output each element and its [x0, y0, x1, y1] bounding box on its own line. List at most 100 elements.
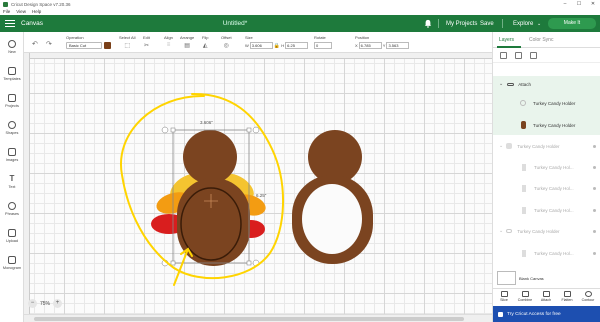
- operation-color-swatch[interactable]: [104, 42, 111, 49]
- slice-icon: [500, 291, 508, 297]
- menu-file[interactable]: File: [3, 9, 10, 14]
- offset-icon: ◎: [223, 43, 229, 49]
- edit-button[interactable]: Edit ✂: [143, 35, 150, 49]
- header-divider: [502, 19, 503, 28]
- sidebar-item-shapes[interactable]: Shapes: [0, 121, 24, 136]
- visibility-icon[interactable]: [593, 229, 596, 233]
- layer-row[interactable]: Turkey Candy Holder: [493, 118, 600, 132]
- save-button[interactable]: Save: [480, 21, 494, 27]
- maximize-button[interactable]: ☐: [572, 0, 586, 8]
- window-controls: – ☐ ✕: [558, 0, 600, 8]
- zoom-level: 75%: [40, 300, 51, 307]
- y-position-input[interactable]: 3.563: [386, 42, 410, 49]
- layer-row[interactable]: Turkey Candy Hol...: [493, 246, 600, 260]
- canvas-color-swatch[interactable]: [497, 271, 516, 285]
- select-all-icon: ⬚: [124, 43, 131, 49]
- zoom-in-button[interactable]: +: [53, 299, 63, 308]
- selection-handle[interactable]: [246, 260, 252, 266]
- layer-row[interactable]: ⌄ Turkey Candy Holder: [493, 224, 600, 238]
- width-input[interactable]: 3.606: [249, 42, 273, 49]
- layers-panel: Layers Color Sync ⌄ Attach Turkey Candy …: [492, 32, 600, 322]
- flatten-button[interactable]: Flatten: [558, 291, 576, 303]
- align-icon: ≡: [166, 42, 171, 48]
- height-input[interactable]: 6.25: [285, 42, 309, 49]
- turkey-body[interactable]: [177, 178, 250, 266]
- delete-icon[interactable]: [530, 52, 537, 59]
- menu-help[interactable]: Help: [32, 9, 41, 14]
- layer-row[interactable]: Turkey Candy Holder: [493, 96, 600, 110]
- sidebar-item-projects[interactable]: Projects: [0, 94, 24, 109]
- visibility-icon[interactable]: [593, 144, 596, 148]
- visibility-icon[interactable]: [593, 251, 596, 255]
- attach-group-row[interactable]: ⌄ Attach: [493, 77, 600, 91]
- tab-layers[interactable]: Layers: [499, 37, 514, 43]
- make-it-button[interactable]: Make It: [548, 18, 596, 29]
- layer-row[interactable]: Turkey Candy Hol...: [493, 181, 600, 195]
- sidebar-item-text[interactable]: T Text: [0, 175, 24, 190]
- selection-handle[interactable]: [170, 260, 176, 266]
- contour-button[interactable]: Contour: [579, 291, 597, 303]
- blank-canvas-row[interactable]: Blank Canvas: [497, 268, 597, 288]
- rotate-input[interactable]: 0: [314, 42, 332, 49]
- expand-chevron-icon[interactable]: ⌄: [499, 228, 503, 234]
- notification-bell-icon[interactable]: [424, 19, 432, 28]
- attach-icon: [507, 82, 515, 86]
- selection-handle[interactable]: [170, 127, 176, 133]
- combine-button[interactable]: Combine: [516, 291, 534, 303]
- layer-row[interactable]: ⌄ Turkey Candy Holder: [493, 139, 600, 153]
- visibility-icon[interactable]: [593, 165, 596, 169]
- sidebar-item-phrases[interactable]: Phrases: [0, 202, 24, 217]
- cricut-access-promo[interactable]: Try Cricut Access for free: [493, 306, 600, 322]
- group-icon[interactable]: [500, 52, 507, 59]
- expand-chevron-icon[interactable]: ⌄: [499, 81, 503, 87]
- sidebar-item-monogram[interactable]: Monogram: [0, 256, 24, 271]
- rotate-handle[interactable]: [252, 126, 260, 134]
- offset-button[interactable]: Offset ◎: [221, 35, 232, 49]
- turkey-head[interactable]: [183, 130, 237, 184]
- zoom-out-button[interactable]: −: [28, 299, 37, 308]
- sidebar-item-images[interactable]: Images: [0, 148, 24, 163]
- layer-row[interactable]: Turkey Candy Hol...: [493, 203, 600, 217]
- delete-handle[interactable]: [161, 126, 169, 134]
- scrollbar-thumb[interactable]: [34, 317, 464, 321]
- chevron-down-icon[interactable]: ⌄: [537, 21, 541, 27]
- my-projects-link[interactable]: My Projects: [446, 21, 477, 27]
- lock-icon[interactable]: 🔒: [274, 43, 280, 49]
- select-all-button[interactable]: Select All ⬚: [119, 35, 135, 49]
- visibility-icon[interactable]: [593, 186, 596, 190]
- left-sidebar: New Templates Projects Shapes Images T T…: [0, 32, 24, 322]
- attach-button[interactable]: Attach: [537, 291, 555, 303]
- layer-thumbnail-icon: [522, 184, 526, 192]
- tab-color-sync[interactable]: Color Sync: [529, 37, 553, 43]
- operation-select[interactable]: Basic Cut: [66, 42, 102, 49]
- sidebar-item-new[interactable]: New: [0, 40, 24, 55]
- flatten-icon: [563, 291, 571, 297]
- monogram-icon: [8, 256, 16, 264]
- explore-menu[interactable]: Explore: [513, 21, 533, 27]
- canvas-artwork: 3.606" 6.25": [119, 92, 373, 286]
- x-position-input[interactable]: 6.785: [358, 42, 382, 49]
- minimize-button[interactable]: –: [558, 0, 572, 8]
- visibility-icon[interactable]: [593, 208, 596, 212]
- flip-button[interactable]: Flip ◭: [202, 35, 208, 49]
- slice-button[interactable]: Slice: [495, 291, 513, 303]
- menu-view[interactable]: View: [16, 9, 26, 14]
- app-icon: [3, 1, 8, 7]
- design-canvas[interactable]: 3.606" 6.25" − 75% +: [24, 53, 492, 322]
- edit-toolbar: ↶ ↷ Operation Basic Cut Select All ⬚ Edi…: [24, 32, 492, 53]
- redo-icon[interactable]: ↷: [46, 40, 52, 48]
- height-dimension: 6.25": [256, 193, 267, 198]
- sidebar-item-templates[interactable]: Templates: [0, 67, 24, 82]
- horizontal-scrollbar[interactable]: [24, 314, 492, 322]
- size-control: Size W 3.606 🔒 H 6.25: [245, 35, 309, 49]
- align-button[interactable]: Align ≡: [164, 35, 173, 48]
- selection-handle[interactable]: [246, 127, 252, 133]
- layer-row[interactable]: Turkey Candy Hol...: [493, 160, 600, 174]
- close-button[interactable]: ✕: [586, 0, 600, 8]
- duplicate-icon[interactable]: [515, 52, 522, 59]
- undo-icon[interactable]: ↶: [32, 40, 38, 48]
- expand-chevron-icon[interactable]: ⌄: [499, 143, 503, 149]
- arrange-button[interactable]: Arrange ▤: [180, 35, 194, 49]
- sidebar-item-upload[interactable]: Upload: [0, 229, 24, 244]
- operation-control: Operation Basic Cut: [66, 35, 111, 49]
